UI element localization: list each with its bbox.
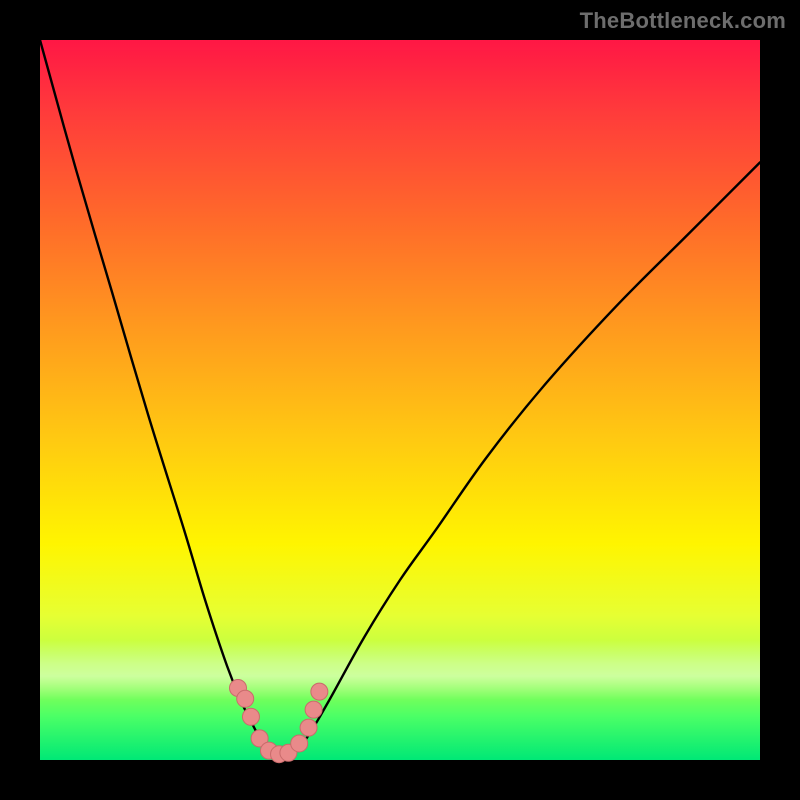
marker-dot	[291, 735, 308, 752]
outer-frame: TheBottleneck.com	[0, 0, 800, 800]
marker-dots	[230, 680, 328, 763]
marker-dot	[237, 690, 254, 707]
bottleneck-curve	[40, 40, 760, 757]
watermark-text: TheBottleneck.com	[580, 8, 786, 34]
marker-dot	[242, 708, 259, 725]
marker-dot	[300, 719, 317, 736]
marker-dot	[305, 701, 322, 718]
marker-dot	[311, 683, 328, 700]
curve-layer	[40, 40, 760, 760]
